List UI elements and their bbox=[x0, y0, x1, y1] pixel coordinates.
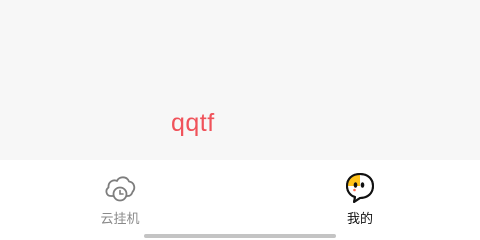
tab-cloud-hosting[interactable]: 云挂机 bbox=[80, 170, 160, 230]
home-indicator[interactable] bbox=[144, 234, 336, 238]
mascot-face-icon bbox=[346, 173, 374, 203]
tab-me[interactable]: 我的 bbox=[320, 170, 400, 230]
app-screen: qqtf 云挂机 我的 bbox=[0, 0, 480, 240]
tab-cloud-hosting-label: 云挂机 bbox=[100, 212, 140, 227]
profile-content: qqtf bbox=[0, 0, 480, 160]
cloud-clock-icon bbox=[105, 176, 136, 202]
username-label: qqtf bbox=[171, 109, 215, 137]
tab-me-label: 我的 bbox=[346, 212, 373, 227]
bottom-tab-bar: 云挂机 我的 bbox=[0, 160, 480, 240]
